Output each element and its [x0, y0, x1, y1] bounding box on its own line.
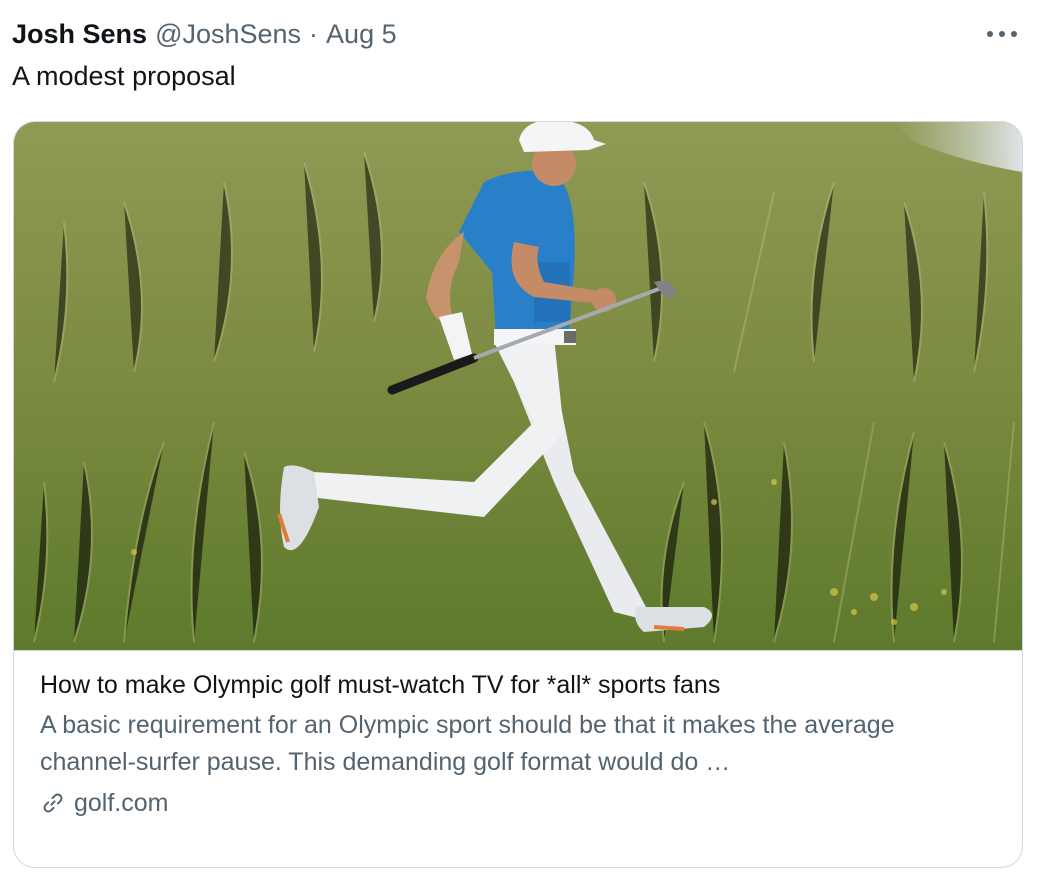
tweet-text: A modest proposal	[12, 61, 236, 91]
author-name[interactable]: Josh Sens	[12, 19, 147, 50]
card-domain-text: golf.com	[74, 789, 169, 817]
card-description: A basic requirement for an Olympic sport…	[40, 711, 895, 776]
card-domain[interactable]: golf.com	[40, 785, 996, 821]
separator-dot: ·	[309, 18, 319, 49]
link-icon	[43, 793, 63, 813]
card-title[interactable]: How to make Olympic golf must-watch TV f…	[40, 667, 996, 703]
card-body: How to make Olympic golf must-watch TV f…	[40, 667, 996, 821]
link-card[interactable]: How to make Olympic golf must-watch TV f…	[13, 121, 1023, 868]
more-horizontal-icon	[987, 31, 1017, 37]
author-handle[interactable]: @JoshSens	[155, 19, 301, 50]
tweet-header: Josh Sens @JoshSens · Aug 5	[12, 14, 1026, 54]
card-image[interactable]	[14, 122, 1022, 651]
tweet-date[interactable]: Aug 5	[326, 19, 397, 50]
more-options-button[interactable]	[982, 16, 1022, 52]
golfer-running-photo	[14, 122, 1022, 650]
